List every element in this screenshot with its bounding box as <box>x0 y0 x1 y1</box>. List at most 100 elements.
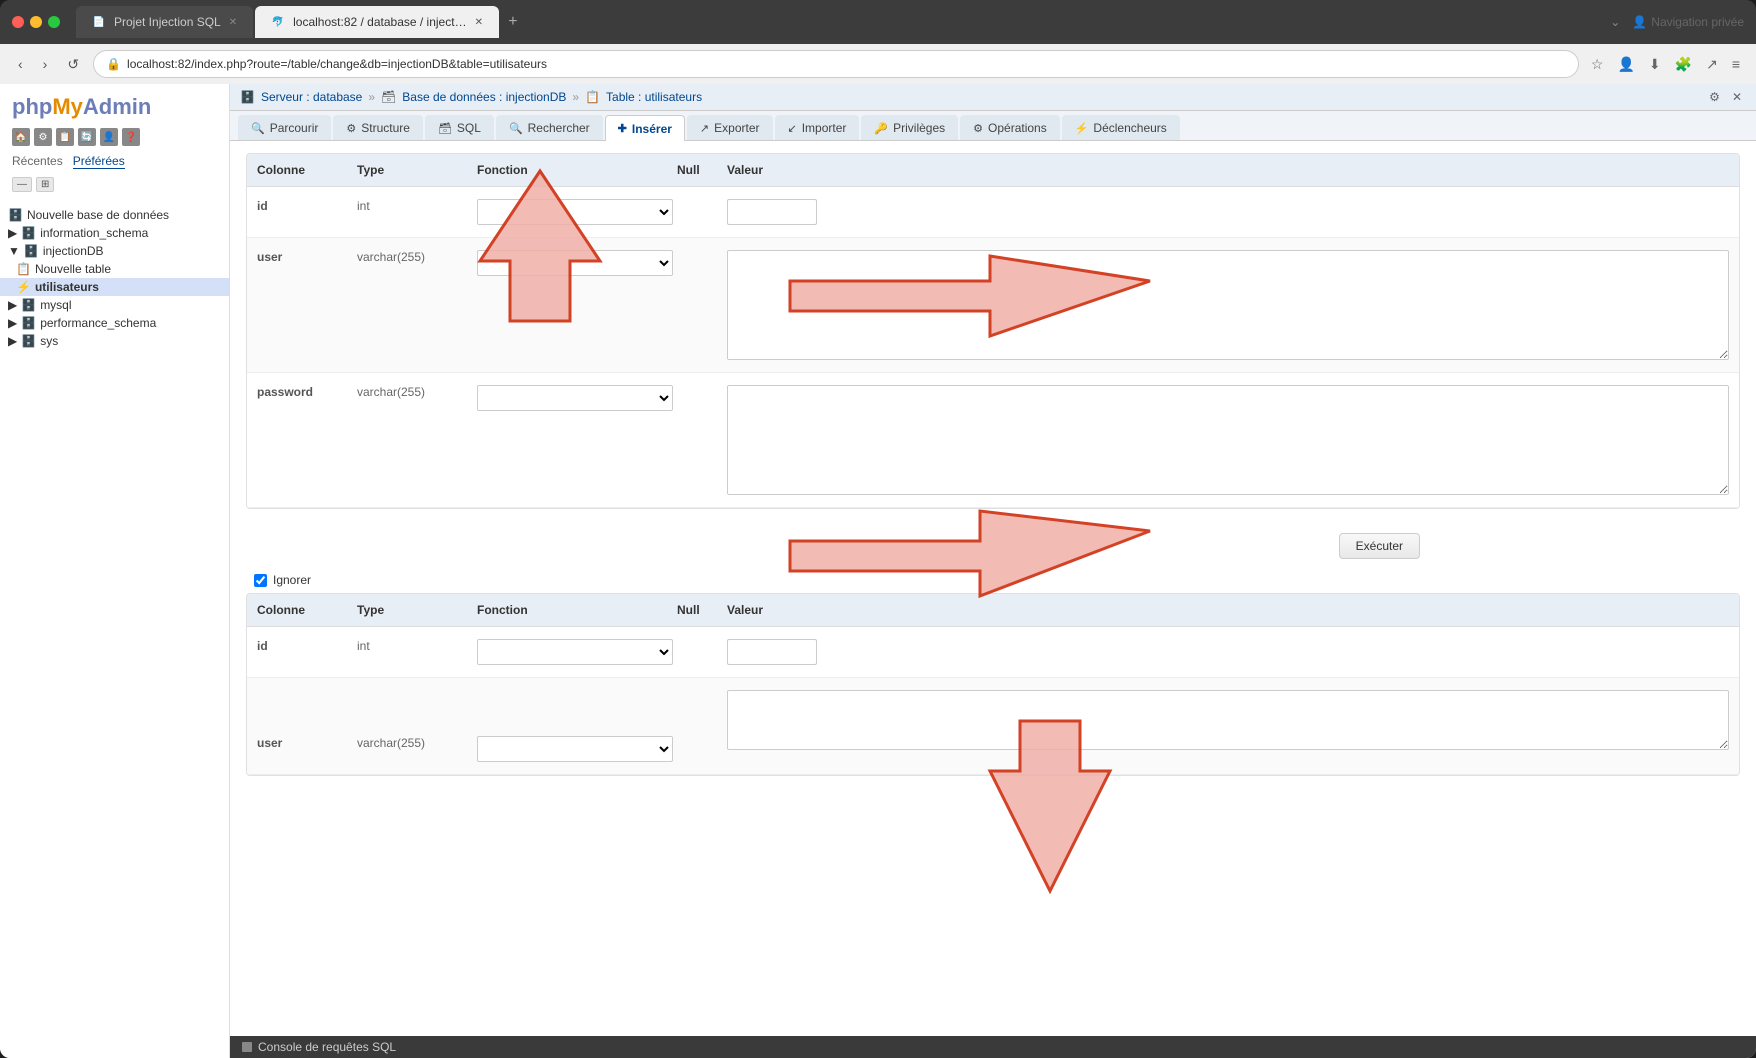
structure-label: Structure <box>361 121 410 135</box>
tab-declencheurs[interactable]: ⚡ Déclencheurs <box>1062 115 1180 140</box>
tree-item-injectiondb[interactable]: ▼ 🗄️ injectionDB <box>0 242 229 260</box>
form-header-2: Colonne Type Fonction Null Valeur <box>247 594 1739 627</box>
collapse-panel-button[interactable]: ✕ <box>1728 88 1746 106</box>
sql-console-label: Console de requêtes SQL <box>258 1040 396 1054</box>
address-text: localhost:82/index.php?route=/table/chan… <box>127 57 547 71</box>
tree-icon-nouvelle-table: 📋 <box>16 262 31 276</box>
execute-button-1[interactable]: Exécuter <box>1339 533 1420 559</box>
id-value-input-1[interactable] <box>727 199 817 225</box>
cell-id-null-2 <box>675 635 725 643</box>
tab-1-favicon: 📄 <box>92 15 106 29</box>
importer-icon: ↙ <box>788 122 797 135</box>
sql-console-bar[interactable]: Console de requêtes SQL <box>230 1036 1756 1058</box>
cell-id-name-2: id <box>255 635 355 657</box>
tab-privileges[interactable]: 🔑 Privilèges <box>861 115 958 140</box>
tree-toggle-sys: ▶ <box>8 334 17 348</box>
tree-item-sys[interactable]: ▶ 🗄️ sys <box>0 332 229 350</box>
download-icon[interactable]: ⬇ <box>1645 52 1665 77</box>
tree-icon-sys: 🗄️ <box>21 334 36 348</box>
id-function-select-2[interactable] <box>477 639 673 665</box>
cell-id-function-1 <box>475 195 675 229</box>
user-value-textarea-2[interactable] <box>727 690 1729 750</box>
sidebar-tree: 🗄️ Nouvelle base de données ▶ 🗄️ informa… <box>0 206 229 350</box>
forward-button[interactable]: › <box>37 52 54 76</box>
tree-icon-info: 🗄️ <box>21 226 36 240</box>
tab-rechercher[interactable]: 🔍 Rechercher <box>496 115 603 140</box>
cell-password-function-1 <box>475 381 675 415</box>
tree-item-performance-schema[interactable]: ▶ 🗄️ performance_schema <box>0 314 229 332</box>
share-icon[interactable]: ↗ <box>1702 52 1722 77</box>
private-mode-icon: 👤 <box>1632 15 1647 29</box>
main-panel: 🗄️ Serveur : database » 🗃 Base de donnée… <box>230 84 1756 1058</box>
maximize-traffic-light[interactable] <box>48 16 60 28</box>
tab-importer[interactable]: ↙ Importer <box>775 115 860 140</box>
cell-id-value-2 <box>725 635 1731 669</box>
sidebar-icon-2[interactable]: ⚙ <box>34 128 52 146</box>
sidebar-icon-4[interactable]: 🔄 <box>78 128 96 146</box>
tab-parcourir[interactable]: 🔍 Parcourir <box>238 115 331 140</box>
breadcrumb-server-icon: 🗄️ <box>240 90 255 104</box>
id-function-select-1[interactable] <box>477 199 673 225</box>
ignore-checkbox[interactable] <box>254 574 267 587</box>
tree-item-information-schema[interactable]: ▶ 🗄️ information_schema <box>0 224 229 242</box>
collapse-all-button[interactable]: — <box>12 177 32 192</box>
minimize-traffic-light[interactable] <box>30 16 42 28</box>
user-value-textarea-1[interactable] <box>727 250 1729 360</box>
expand-all-button[interactable]: ⊞ <box>36 177 54 192</box>
tab-inserer[interactable]: ✚ Insérer <box>605 115 685 141</box>
user-function-select-1[interactable] <box>477 250 673 276</box>
back-button[interactable]: ‹ <box>12 52 29 76</box>
cell-user-function-1 <box>475 246 675 280</box>
tree-icon-nouvelle-base: 🗄️ <box>8 208 23 222</box>
breadcrumb-database[interactable]: Base de données : injectionDB <box>402 90 566 104</box>
extensions-icon[interactable]: 🧩 <box>1671 52 1696 77</box>
tree-item-nouvelle-base[interactable]: 🗄️ Nouvelle base de données <box>0 206 229 224</box>
form-section-1: Colonne Type Fonction Null Valeur id int <box>246 153 1740 509</box>
cell-password-value-1 <box>725 381 1731 499</box>
tabs-chevron-icon[interactable]: ⌄ <box>1610 15 1620 29</box>
tree-item-utilisateurs[interactable]: ⚡ utilisateurs <box>0 278 229 296</box>
breadcrumb-table[interactable]: Table : utilisateurs <box>606 90 702 104</box>
browser-tab-1[interactable]: 📄 Projet Injection SQL ✕ <box>76 6 253 38</box>
password-value-textarea-1[interactable] <box>727 385 1729 495</box>
cell-id-name-1: id <box>255 195 355 217</box>
tab-structure[interactable]: ⚙ Structure <box>333 115 423 140</box>
id-value-input-2[interactable] <box>727 639 817 665</box>
menu-icon[interactable]: ≡ <box>1728 52 1744 77</box>
browser-tab-2[interactable]: 🐬 localhost:82 / database / inject… ✕ <box>255 6 499 38</box>
tree-item-mysql[interactable]: ▶ 🗄️ mysql <box>0 296 229 314</box>
sidebar-icon-3[interactable]: 📋 <box>56 128 74 146</box>
content-area: Colonne Type Fonction Null Valeur id int <box>230 141 1756 1036</box>
col-header-valeur-1: Valeur <box>725 159 1731 181</box>
operations-icon: ⚙ <box>973 122 983 135</box>
reload-button[interactable]: ↺ <box>61 52 85 77</box>
tab-exporter[interactable]: ↗ Exporter <box>687 115 773 140</box>
tab-sql[interactable]: 🗃 SQL <box>425 115 494 140</box>
new-tab-button[interactable]: + <box>501 10 525 34</box>
sql-console-icon <box>242 1042 252 1052</box>
profile-icon[interactable]: 👤 <box>1613 52 1638 77</box>
col-header-valeur-2: Valeur <box>725 599 1731 621</box>
breadcrumb-server[interactable]: Serveur : database <box>261 90 362 104</box>
sidebar-icon-1[interactable]: 🏠 <box>12 128 30 146</box>
address-bar[interactable]: 🔒 localhost:82/index.php?route=/table/ch… <box>93 50 1579 78</box>
private-mode-button[interactable]: 👤 Navigation privée <box>1632 15 1744 29</box>
tree-item-nouvelle-table[interactable]: 📋 Nouvelle table <box>0 260 229 278</box>
sidebar-tab-preferees[interactable]: Préférées <box>73 154 125 169</box>
col-header-null-2: Null <box>675 599 725 621</box>
pma-logo-admin: Admin <box>83 94 151 119</box>
user-function-select-2[interactable] <box>477 736 673 762</box>
settings-button[interactable]: ⚙ <box>1705 88 1724 106</box>
sidebar-tab-recentes[interactable]: Récentes <box>12 154 63 169</box>
traffic-lights <box>12 16 60 28</box>
tab-1-close[interactable]: ✕ <box>229 17 237 28</box>
sidebar-icon-5[interactable]: 👤 <box>100 128 118 146</box>
close-traffic-light[interactable] <box>12 16 24 28</box>
form-header-1: Colonne Type Fonction Null Valeur <box>247 154 1739 187</box>
col-header-null-1: Null <box>675 159 725 181</box>
sidebar-icon-6[interactable]: ❓ <box>122 128 140 146</box>
bookmark-icon[interactable]: ☆ <box>1587 52 1608 77</box>
tab-operations[interactable]: ⚙ Opérations <box>960 115 1060 140</box>
password-function-select-1[interactable] <box>477 385 673 411</box>
tab-2-close[interactable]: ✕ <box>475 17 483 28</box>
